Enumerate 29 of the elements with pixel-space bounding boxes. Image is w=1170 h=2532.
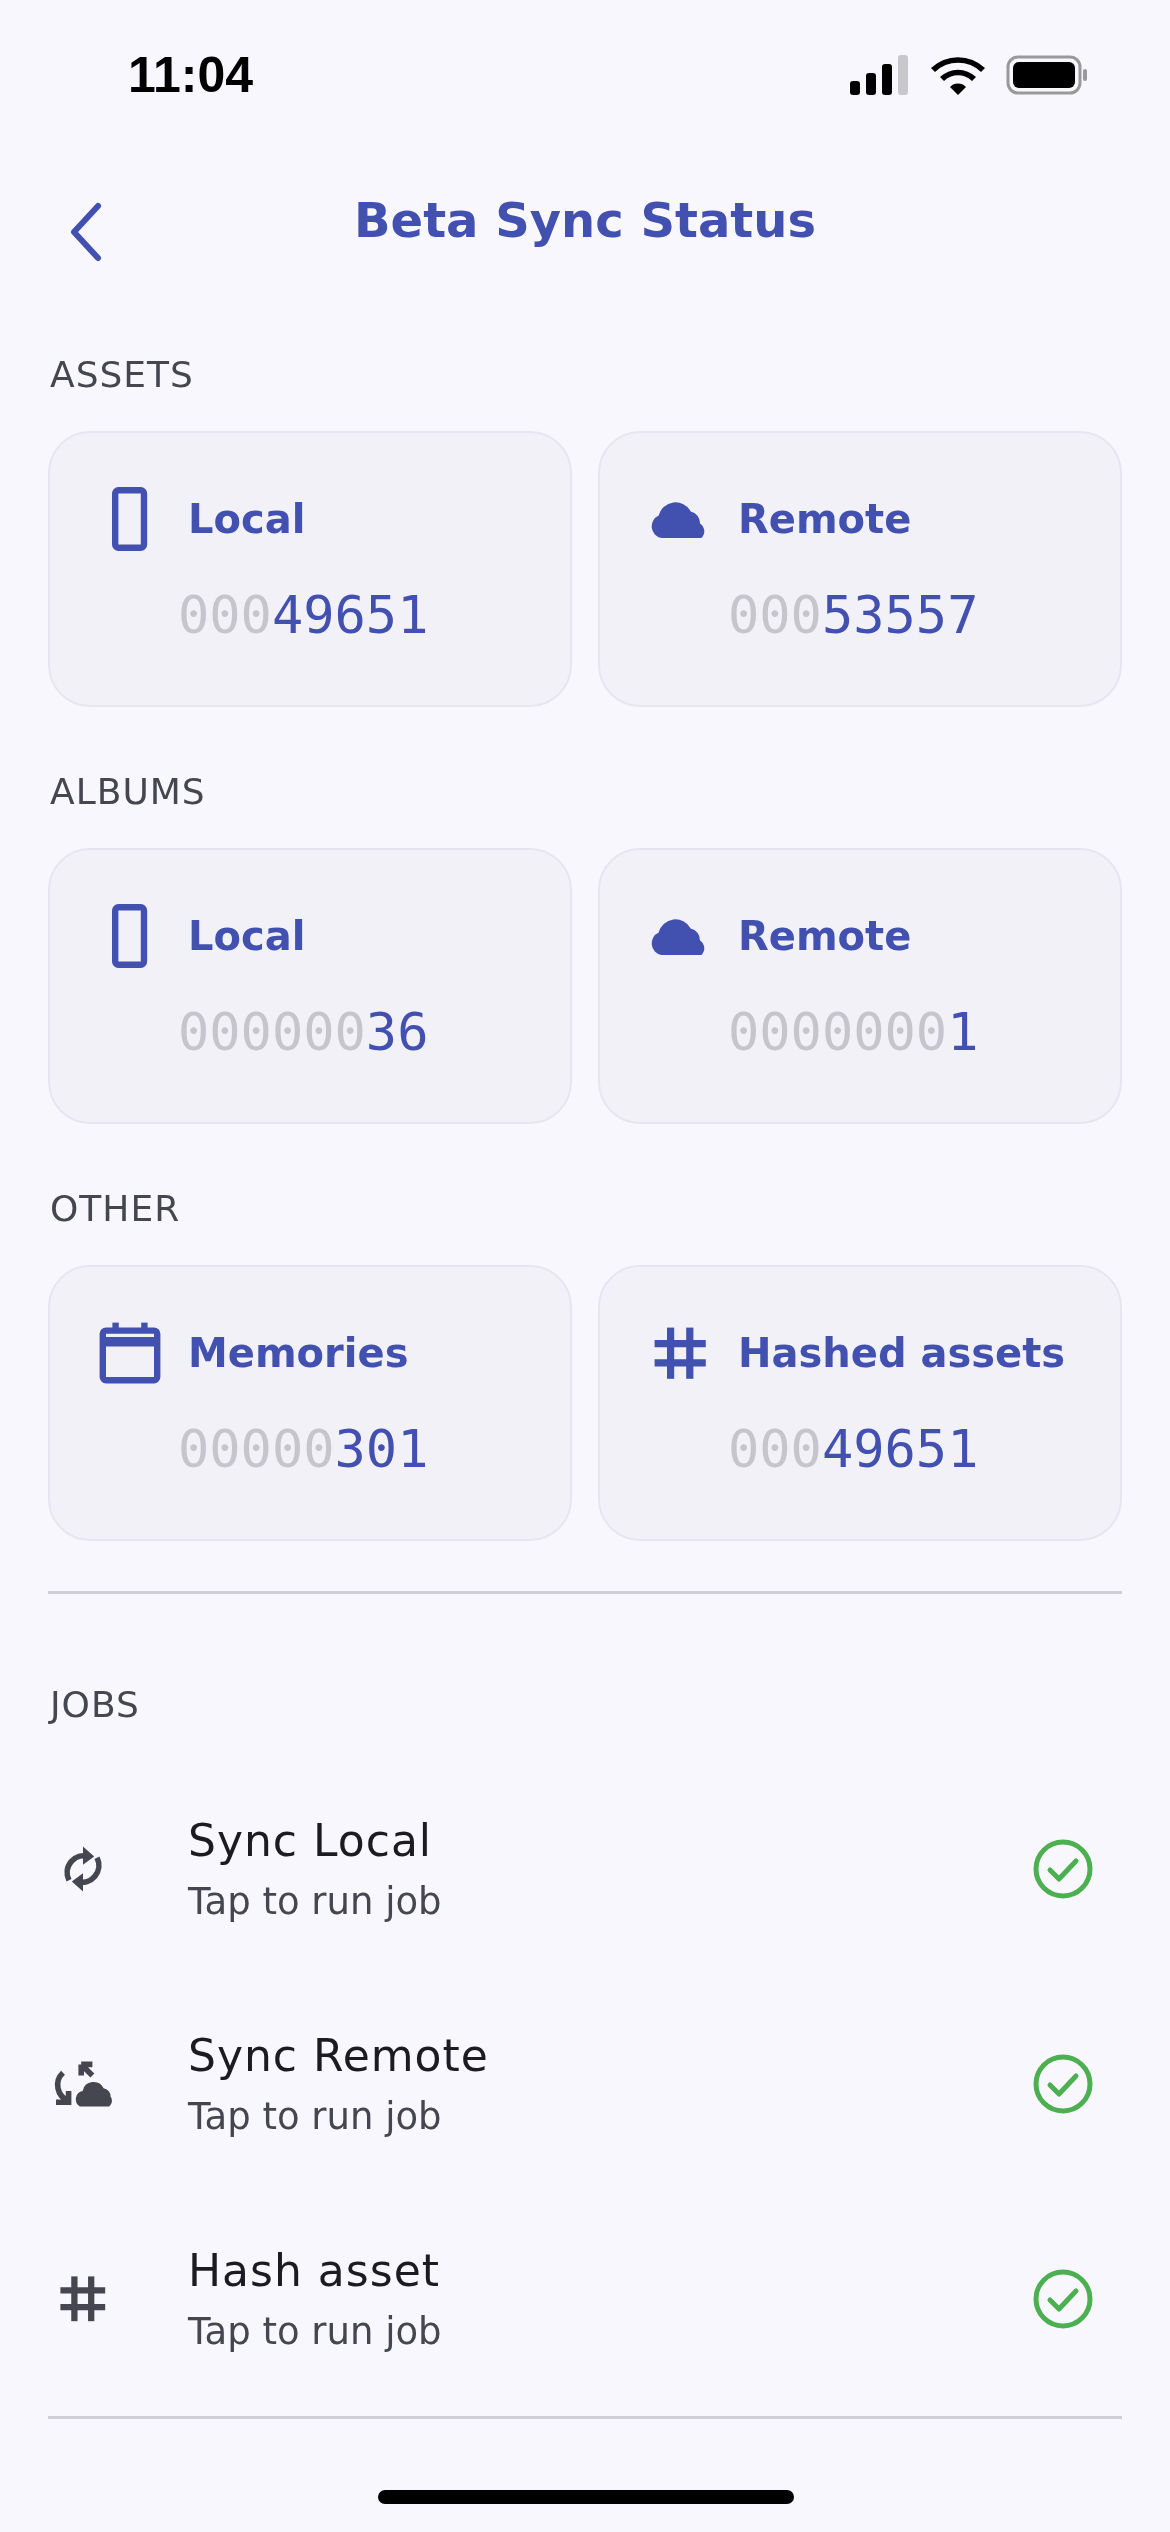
hash-icon bbox=[59, 2274, 107, 2323]
signal-icon bbox=[850, 55, 910, 95]
battery-icon bbox=[1006, 55, 1088, 95]
section-title: JOBS bbox=[48, 1683, 141, 1727]
job-row[interactable]: Sync Remote Tap to run job bbox=[48, 1976, 1122, 2191]
card-label: Hashed assets bbox=[738, 1330, 1066, 1376]
card-label: Local bbox=[188, 496, 306, 542]
job-title: Sync Remote bbox=[188, 2029, 490, 2081]
page-title: Beta Sync Status bbox=[354, 192, 816, 248]
job-subtitle: Tap to run job bbox=[188, 2309, 443, 2353]
card-label: Memories bbox=[188, 1330, 409, 1376]
card-label: Local bbox=[188, 913, 306, 959]
wifi-icon bbox=[930, 55, 986, 95]
status-time: 11:04 bbox=[128, 46, 254, 104]
job-title: Hash asset bbox=[188, 2244, 441, 2296]
job-title: Sync Local bbox=[188, 1814, 434, 1866]
phone-icon bbox=[112, 904, 148, 968]
section-title: OTHER bbox=[49, 1187, 182, 1231]
job-row[interactable]: Hash asset Tap to run job bbox=[48, 2191, 1122, 2406]
phone-icon bbox=[112, 487, 148, 551]
section-title: ALBUMS bbox=[49, 770, 207, 814]
card-label: Remote bbox=[738, 496, 912, 542]
calendar-icon bbox=[98, 1321, 162, 1385]
hash-icon bbox=[652, 1325, 708, 1381]
section-title: ASSETS bbox=[49, 353, 195, 397]
card-label: Remote bbox=[738, 913, 912, 959]
job-subtitle: Tap to run job bbox=[188, 1879, 443, 1923]
job-row[interactable]: Sync Local Tap to run job bbox=[48, 1761, 1122, 1976]
job-subtitle: Tap to run job bbox=[188, 2094, 443, 2138]
